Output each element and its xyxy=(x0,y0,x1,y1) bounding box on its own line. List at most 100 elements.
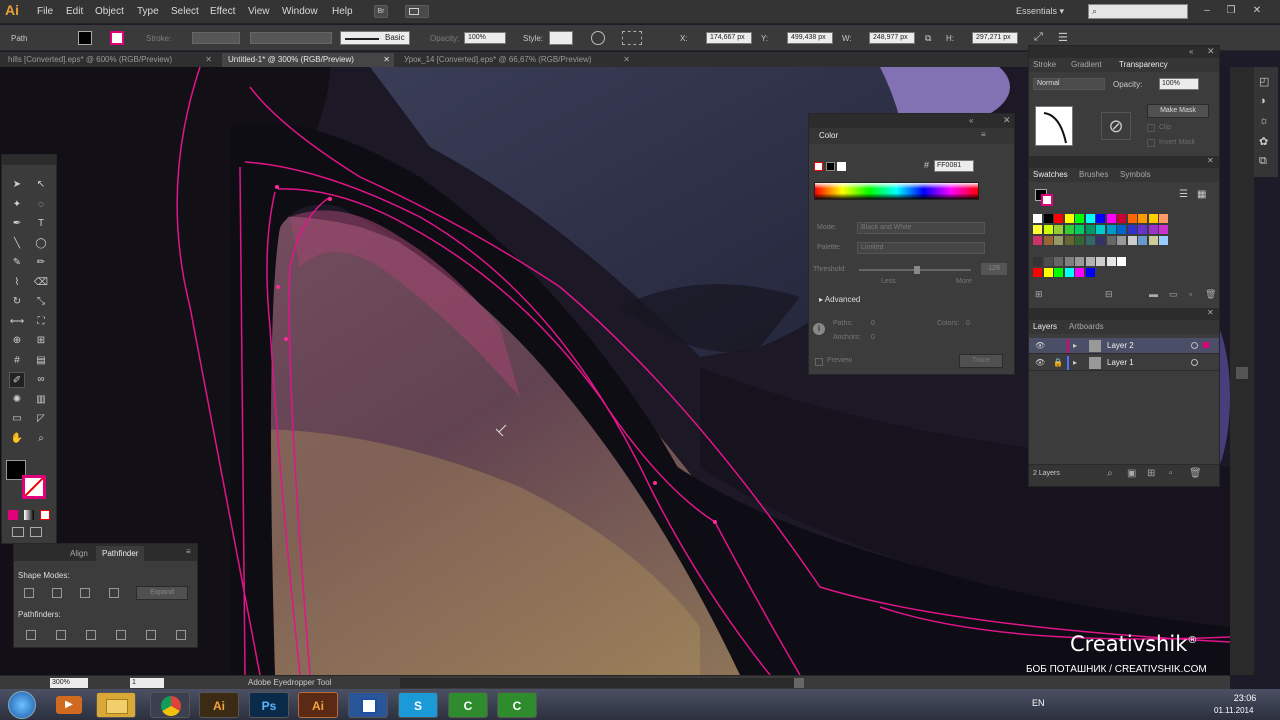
mesh-tool-icon[interactable]: # xyxy=(9,353,25,369)
color-swatch[interactable] xyxy=(1096,214,1105,223)
tab-align[interactable]: Align xyxy=(70,549,88,558)
object-thumbnail[interactable] xyxy=(1035,106,1073,146)
document-tab[interactable]: hills [Converted].eps* @ 600% (RGB/Previ… xyxy=(2,53,216,67)
new-color-group-icon[interactable]: ▬ xyxy=(1149,289,1158,299)
color-swatch[interactable] xyxy=(1085,236,1095,245)
close-button[interactable]: ✕ xyxy=(1250,5,1264,17)
blend-mode-select[interactable]: Normal xyxy=(1033,78,1105,90)
color-swatch[interactable] xyxy=(1054,257,1063,266)
color-swatch[interactable] xyxy=(1043,214,1053,223)
layer-row[interactable]: 👁 🔒 ▸ Layer 1 xyxy=(1029,355,1219,371)
swatch-options-icon[interactable]: ▭ xyxy=(1169,289,1178,300)
tab-brushes[interactable]: Brushes xyxy=(1079,170,1108,179)
locate-object-icon[interactable]: ⌕ xyxy=(1107,468,1113,479)
invert-mask-checkbox[interactable] xyxy=(1147,139,1155,147)
color-swatch[interactable] xyxy=(1117,225,1126,234)
color-swatch[interactable] xyxy=(1127,225,1137,234)
fill-swatch[interactable] xyxy=(78,31,92,45)
current-stroke-swatch[interactable] xyxy=(1041,194,1053,206)
x-field[interactable]: 174,667 px xyxy=(706,32,752,44)
delete-layer-icon[interactable]: 🗑 xyxy=(1189,468,1202,479)
brush-definition[interactable]: Basic xyxy=(340,31,410,45)
color-swatch[interactable] xyxy=(1085,225,1095,234)
free-transform-tool-icon[interactable]: ⛶ xyxy=(33,314,49,330)
color-swatch[interactable] xyxy=(1054,268,1063,277)
color-swatch[interactable] xyxy=(1148,225,1158,234)
explorer-taskbar-button[interactable] xyxy=(96,692,136,718)
appearance-icon[interactable]: ☼ xyxy=(1259,115,1269,127)
pencil-tool-icon[interactable]: ✏ xyxy=(33,255,49,271)
color-swatch[interactable] xyxy=(1054,225,1063,234)
close-panel-icon[interactable]: ✕ xyxy=(1003,115,1011,126)
paintbrush-tool-icon[interactable]: ✎ xyxy=(9,255,25,271)
document-tab[interactable]: Урок_14 [Converted].eps* @ 66,67% (RGB/P… xyxy=(398,53,634,67)
palette-select[interactable]: Limited xyxy=(857,242,985,254)
color-swatch[interactable] xyxy=(1043,236,1053,245)
stroke-color-box[interactable] xyxy=(22,475,46,499)
color-swatch[interactable] xyxy=(1085,257,1095,266)
color-swatch[interactable] xyxy=(1106,236,1116,245)
chrome-taskbar-button[interactable] xyxy=(150,692,190,718)
color-swatch[interactable] xyxy=(1096,225,1105,234)
minimize-button[interactable]: – xyxy=(1200,5,1214,17)
color-swatch[interactable] xyxy=(1054,236,1063,245)
color-swatch[interactable] xyxy=(1106,214,1116,223)
color-swatch[interactable] xyxy=(1033,236,1042,245)
minus-back-button[interactable] xyxy=(176,630,186,640)
draw-mode-icon[interactable] xyxy=(12,527,24,537)
layer-row[interactable]: 👁 ▸ Layer 2 xyxy=(1029,338,1219,354)
outline-button[interactable] xyxy=(146,630,156,640)
color-swatch[interactable] xyxy=(1064,257,1074,266)
recolor-icon[interactable] xyxy=(591,31,605,45)
stroke-indicator[interactable] xyxy=(814,162,823,171)
blend-tool-icon[interactable]: ∞ xyxy=(33,372,49,388)
list-view-icon[interactable]: ☰ xyxy=(1179,189,1188,200)
intersect-button[interactable] xyxy=(80,588,90,598)
close-tab-icon[interactable]: ✕ xyxy=(383,53,390,67)
hand-tool-icon[interactable]: ✋ xyxy=(9,431,25,447)
h-field[interactable]: 297,271 px xyxy=(972,32,1018,44)
tab-layers[interactable]: Layers xyxy=(1033,322,1057,331)
rotate-tool-icon[interactable]: ↻ xyxy=(9,294,25,310)
document-tab[interactable]: Untitled-1* @ 300% (RGB/Preview) ✕ xyxy=(222,53,394,67)
color-swatch[interactable] xyxy=(1075,268,1084,277)
selection-indicator[interactable] xyxy=(1203,342,1209,348)
tab-pathfinder[interactable]: Pathfinder xyxy=(96,546,145,561)
color-mode-button[interactable] xyxy=(8,510,18,520)
color-swatch[interactable] xyxy=(1085,268,1095,277)
color-swatch[interactable] xyxy=(1148,214,1158,223)
color-swatch[interactable] xyxy=(1159,214,1168,223)
arrange-documents-button[interactable] xyxy=(405,5,429,18)
color-swatch[interactable] xyxy=(1138,214,1147,223)
width-tool-icon[interactable]: ⟷ xyxy=(9,314,25,330)
menu-select[interactable]: Select xyxy=(171,6,199,17)
close-tab-icon[interactable]: ✕ xyxy=(623,53,630,67)
close-panel-icon[interactable]: ✕ xyxy=(1207,46,1215,57)
menu-window[interactable]: Window xyxy=(282,6,318,17)
zoom-field[interactable]: 300% xyxy=(50,678,88,688)
workspace-switcher[interactable]: Essentials ▾ xyxy=(1016,6,1064,17)
new-sublayer-icon[interactable]: ⊞ xyxy=(1147,468,1155,479)
clip-checkbox[interactable] xyxy=(1147,124,1155,132)
magic-wand-tool-icon[interactable]: ✦ xyxy=(9,197,25,213)
color-swatch[interactable] xyxy=(1106,257,1116,266)
new-layer-icon[interactable]: ▫ xyxy=(1169,468,1173,479)
color-swatch[interactable] xyxy=(1096,236,1105,245)
color-swatch[interactable] xyxy=(1075,236,1084,245)
color-swatch[interactable] xyxy=(1064,214,1074,223)
target-icon[interactable] xyxy=(1191,359,1198,366)
transform-panel-icon[interactable]: ◰ xyxy=(1259,75,1269,88)
merge-button[interactable] xyxy=(86,630,96,640)
preview-checkbox[interactable] xyxy=(815,358,823,366)
color-swatch[interactable] xyxy=(1064,225,1074,234)
align-to-icon[interactable] xyxy=(622,31,642,45)
expand-button[interactable]: Expand xyxy=(136,586,188,600)
show-kinds-icon[interactable]: ⊟ xyxy=(1105,289,1113,300)
white-swatch[interactable] xyxy=(837,162,846,171)
unite-button[interactable] xyxy=(24,588,34,598)
restore-button[interactable]: ❐ xyxy=(1224,5,1238,17)
hex-input[interactable]: FF0081 xyxy=(934,160,974,172)
direct-selection-tool-icon[interactable]: ↖ xyxy=(33,177,49,193)
divide-button[interactable] xyxy=(26,630,36,640)
media-player-icon[interactable]: ▶ xyxy=(56,696,82,714)
